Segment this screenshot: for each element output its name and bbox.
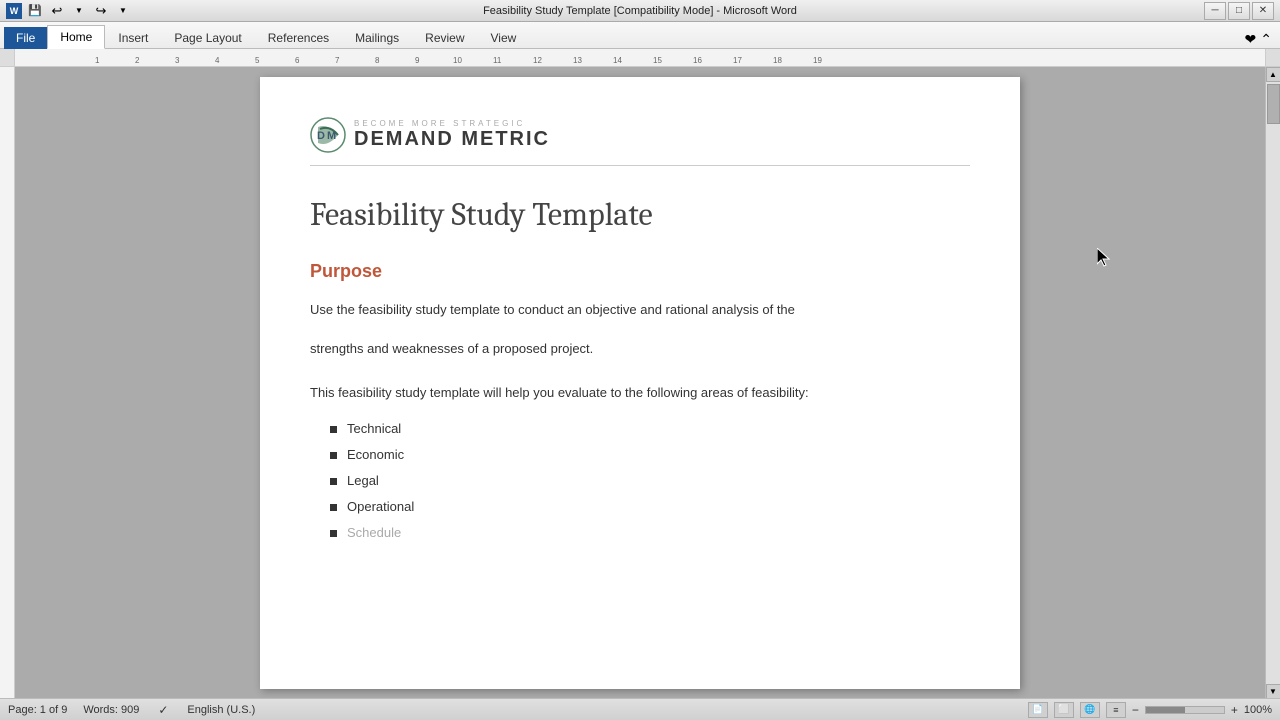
page-info: Page: 1 of 9 (8, 704, 67, 716)
svg-text:19: 19 (813, 56, 822, 65)
svg-text:8: 8 (375, 56, 380, 65)
list-item-label: Technical (347, 416, 401, 442)
zoom-out-button[interactable]: − (1132, 703, 1139, 717)
undo-quickaccess[interactable]: ↩ (48, 2, 66, 20)
svg-text:13: 13 (573, 56, 582, 65)
list-item-schedule: Schedule (330, 520, 970, 546)
svg-text:15: 15 (653, 56, 662, 65)
tab-review[interactable]: Review (412, 26, 477, 49)
svg-text:10: 10 (453, 56, 462, 65)
ribbon-help[interactable]: ❤ (1245, 31, 1257, 48)
scroll-thumb[interactable] (1267, 84, 1280, 124)
paragraph-2: This feasibility study template will hel… (310, 381, 970, 404)
svg-text:18: 18 (773, 56, 782, 65)
app-icon: W (6, 3, 22, 19)
zoom-in-button[interactable]: + (1231, 703, 1238, 717)
svg-text:3: 3 (175, 56, 180, 65)
spell-check-icon[interactable]: ✓ (155, 702, 171, 718)
scroll-down-button[interactable]: ▼ (1266, 684, 1280, 699)
scroll-up-button[interactable]: ▲ (1266, 67, 1280, 82)
svg-text:5: 5 (255, 56, 260, 65)
document-title: Feasibility Study Template (310, 196, 970, 233)
minimize-button[interactable]: ─ (1204, 2, 1226, 20)
list-item-label: Operational (347, 494, 414, 520)
tab-file[interactable]: File (4, 27, 47, 49)
svg-text:11: 11 (493, 56, 502, 65)
logo-text-area: Become More Strategic Demand Metric (354, 119, 550, 151)
window-controls: ─ □ ✕ (1204, 2, 1274, 20)
view-web-button[interactable]: 🌐 (1080, 702, 1100, 718)
ribbon-tabs: File Home Insert Page Layout References … (0, 22, 1280, 48)
status-right: 📄 ⬜ 🌐 ≡ − + 100% (1028, 702, 1272, 718)
ribbon: File Home Insert Page Layout References … (0, 22, 1280, 49)
window-title: Feasibility Study Template [Compatibilit… (483, 5, 797, 17)
zoom-slider[interactable] (1145, 706, 1225, 714)
tab-insert[interactable]: Insert (105, 26, 161, 49)
quickaccess-more[interactable]: ▼ (114, 2, 132, 20)
language: English (U.S.) (187, 704, 255, 716)
svg-text:14: 14 (613, 56, 622, 65)
logo-name: Demand Metric (354, 128, 550, 151)
svg-text:2: 2 (135, 56, 140, 65)
logo-tagline: Become More Strategic (354, 119, 550, 128)
status-bar: Page: 1 of 9 Words: 909 ✓ English (U.S.)… (0, 698, 1280, 720)
list-item-label: Schedule (347, 520, 401, 546)
feasibility-areas-list: Technical Economic Legal Operational Sch… (330, 416, 970, 546)
save-quickaccess[interactable]: 💾 (26, 2, 44, 20)
undo-dropdown[interactable]: ▼ (70, 2, 88, 20)
tab-view[interactable]: View (478, 26, 530, 49)
list-item-legal: Legal (330, 468, 970, 494)
tab-page-layout[interactable]: Page Layout (161, 26, 254, 49)
tab-references[interactable]: References (255, 26, 342, 49)
ruler: 1 2 3 4 5 6 7 8 9 10 11 12 13 14 15 16 1… (0, 49, 1280, 67)
view-fullscreen-button[interactable]: ⬜ (1054, 702, 1074, 718)
section-purpose-heading: Purpose (310, 261, 970, 282)
scroll-area[interactable]: D M Become More Strategic Demand Metric … (15, 67, 1265, 699)
ribbon-minimize[interactable]: ⌃ (1260, 31, 1272, 48)
word-count: Words: 909 (83, 704, 139, 716)
svg-text:16: 16 (693, 56, 702, 65)
svg-text:D: D (317, 130, 325, 142)
paragraph-1: Use the feasibility study template to co… (310, 298, 970, 321)
svg-text:1: 1 (95, 56, 100, 65)
svg-text:17: 17 (733, 56, 742, 65)
maximize-button[interactable]: □ (1228, 2, 1250, 20)
bullet-icon (330, 426, 337, 433)
svg-text:7: 7 (335, 56, 340, 65)
logo-area: D M Become More Strategic Demand Metric (310, 117, 970, 166)
view-draft-button[interactable]: ≡ (1106, 702, 1126, 718)
redo-quickaccess[interactable]: ↪ (92, 2, 110, 20)
tab-mailings[interactable]: Mailings (342, 26, 412, 49)
svg-text:12: 12 (533, 56, 542, 65)
list-item-label: Economic (347, 442, 404, 468)
logo-icon: D M (310, 117, 346, 153)
tab-home[interactable]: Home (47, 25, 105, 49)
close-button[interactable]: ✕ (1252, 2, 1274, 20)
status-left: Page: 1 of 9 Words: 909 ✓ English (U.S.) (8, 702, 255, 718)
svg-text:4: 4 (215, 56, 220, 65)
list-item-technical: Technical (330, 416, 970, 442)
bullet-icon (330, 452, 337, 459)
workspace: D M Become More Strategic Demand Metric … (0, 67, 1280, 699)
bullet-icon (330, 478, 337, 485)
paragraph-1b: strengths and weaknesses of a proposed p… (310, 337, 970, 360)
svg-text:9: 9 (415, 56, 420, 65)
view-print-button[interactable]: 📄 (1028, 702, 1048, 718)
list-item-label: Legal (347, 468, 379, 494)
list-item-operational: Operational (330, 494, 970, 520)
left-margin-ruler (0, 67, 15, 699)
ruler-content: 1 2 3 4 5 6 7 8 9 10 11 12 13 14 15 16 1… (15, 49, 1265, 66)
bullet-icon (330, 504, 337, 511)
list-item-economic: Economic (330, 442, 970, 468)
bullet-icon (330, 530, 337, 537)
right-scrollbar[interactable]: ▲ ▼ (1265, 67, 1280, 699)
svg-text:M: M (327, 130, 336, 142)
zoom-level: 100% (1244, 704, 1272, 716)
svg-text:6: 6 (295, 56, 300, 65)
title-bar-left: W 💾 ↩ ▼ ↪ ▼ (6, 2, 132, 20)
title-bar: W 💾 ↩ ▼ ↪ ▼ Feasibility Study Template [… (0, 0, 1280, 22)
document-page: D M Become More Strategic Demand Metric … (260, 77, 1020, 689)
